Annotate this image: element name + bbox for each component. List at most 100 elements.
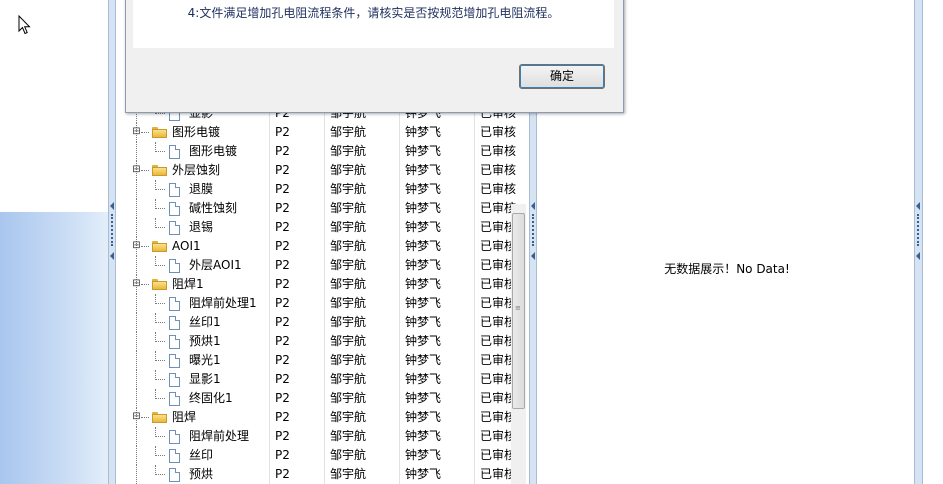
tree-guide-line — [136, 370, 137, 389]
creator-cell: 邹宇航 — [330, 220, 367, 234]
version-cell: P2 — [275, 391, 290, 405]
process-name-cell: 阻焊1 — [172, 277, 204, 291]
version-cell: P2 — [275, 125, 290, 139]
tree-guide-line — [136, 465, 137, 484]
collapse-middle-arrow-icon[interactable] — [531, 252, 535, 260]
table-row[interactable]: 终固化1 P2 邹宇航 钟梦飞 已审核 — [117, 389, 527, 408]
table-row[interactable]: 阻焊前处理1 P2 邹宇航 钟梦飞 已审核 — [117, 294, 527, 313]
creator-cell: 邹宇航 — [330, 201, 367, 215]
table-row[interactable]: 预烘 P2 邹宇航 钟梦飞 已审核 — [117, 465, 527, 484]
table-row[interactable]: ⊟ 图形电镀 P2 邹宇航 钟梦飞 已审核 — [117, 123, 527, 142]
creator-cell: 邹宇航 — [330, 448, 367, 462]
document-icon — [169, 259, 180, 273]
dialog-message-text: 4:文件满足增加孔电阻流程条件，请核实是否按规范增加孔电阻流程。 — [187, 6, 560, 20]
reviewer-cell: 钟梦飞 — [405, 144, 442, 158]
version-cell: P2 — [275, 467, 290, 481]
table-row[interactable]: ⊟ 阻焊 P2 邹宇航 钟梦飞 已审核 — [117, 408, 527, 427]
tree-expander-icon[interactable]: ⊟ — [132, 279, 141, 289]
table-row[interactable]: 退膜 P2 邹宇航 钟梦飞 已审核 — [117, 180, 527, 199]
process-name-cell: 碱性蚀刻 — [189, 201, 238, 215]
ok-button[interactable]: 确定 — [519, 64, 605, 89]
tree-expander-icon[interactable]: ⊟ — [132, 127, 141, 137]
process-name-cell: 图形电镀 — [189, 144, 238, 158]
tree-guide-line — [136, 427, 137, 446]
left-panel-content — [0, 0, 109, 212]
document-icon — [169, 145, 180, 159]
version-cell: P2 — [275, 144, 290, 158]
status-cell: 已审核 — [480, 163, 516, 177]
table-row[interactable]: 预烘1 P2 邹宇航 钟梦飞 已审核 — [117, 332, 527, 351]
table-row[interactable]: 丝印1 P2 邹宇航 钟梦飞 已审核 — [117, 313, 527, 332]
document-icon — [169, 335, 180, 349]
table-row[interactable]: 丝印 P2 邹宇航 钟梦飞 已审核 — [117, 446, 527, 465]
splitter-grip-icon — [532, 214, 536, 246]
tree-guide-line — [155, 151, 165, 152]
table-row[interactable]: ⊟ AOI1 P2 邹宇航 钟梦飞 已审核 — [117, 237, 527, 256]
version-cell: P2 — [275, 315, 290, 329]
tree-expander-icon[interactable]: ⊟ — [132, 165, 141, 175]
table-row[interactable]: 外层AOI1 P2 邹宇航 钟梦飞 已审核 — [117, 256, 527, 275]
reviewer-cell: 钟梦飞 — [405, 429, 442, 443]
tree-guide-line — [155, 398, 165, 399]
tree-guide-line — [155, 265, 165, 266]
collapse-right-arrow-icon[interactable] — [916, 252, 920, 260]
reviewer-cell: 钟梦飞 — [405, 296, 442, 310]
reviewer-cell: 钟梦飞 — [405, 448, 442, 462]
tree-guide-line — [136, 256, 137, 275]
folder-icon — [152, 412, 167, 423]
tree-guide-line — [155, 341, 165, 342]
creator-cell: 邹宇航 — [330, 125, 367, 139]
document-icon — [169, 316, 180, 330]
version-cell: P2 — [275, 220, 290, 234]
version-cell: P2 — [275, 163, 290, 177]
creator-cell: 邹宇航 — [330, 315, 367, 329]
reviewer-cell: 钟梦飞 — [405, 201, 442, 215]
creator-cell: 邹宇航 — [330, 163, 367, 177]
tree-guide-line — [136, 351, 137, 370]
creator-cell: 邹宇航 — [330, 258, 367, 272]
folder-icon — [152, 279, 167, 290]
table-row[interactable]: 曝光1 P2 邹宇航 钟梦飞 已审核 — [117, 351, 527, 370]
tree-expander-icon[interactable]: ⊟ — [132, 412, 141, 422]
document-icon — [169, 468, 180, 482]
splitter-grip-icon — [917, 214, 921, 246]
scroll-thumb-grip-icon: ≡ — [515, 304, 521, 312]
version-cell: P2 — [275, 296, 290, 310]
version-cell: P2 — [275, 239, 290, 253]
table-row[interactable]: 阻焊前处理 P2 邹宇航 钟梦飞 已审核 — [117, 427, 527, 446]
tree-guide-line — [155, 322, 165, 323]
process-name-cell: AOI1 — [172, 239, 201, 253]
tree-expander-icon[interactable]: ⊟ — [132, 241, 141, 251]
collapse-right-arrow-icon[interactable] — [916, 202, 920, 210]
folder-icon — [152, 127, 167, 138]
process-name-cell: 外层蚀刻 — [172, 163, 221, 177]
collapse-middle-arrow-icon[interactable] — [531, 202, 535, 210]
process-name-cell: 预烘1 — [189, 334, 221, 348]
table-row[interactable]: 碱性蚀刻 P2 邹宇航 钟梦飞 已审核 — [117, 199, 527, 218]
process-name-cell: 预烘 — [189, 467, 214, 481]
reviewer-cell: 钟梦飞 — [405, 372, 442, 386]
tree-guide-line — [136, 142, 137, 161]
splitter-grip-icon — [111, 214, 115, 246]
creator-cell: 邹宇航 — [330, 296, 367, 310]
tree-guide-line — [155, 208, 165, 209]
table-row[interactable]: ⊟ 阻焊1 P2 邹宇航 钟梦飞 已审核 — [117, 275, 527, 294]
reviewer-cell: 钟梦飞 — [405, 182, 442, 196]
left-panel-gradient — [0, 212, 108, 484]
version-cell: P2 — [275, 353, 290, 367]
tree-guide-line — [155, 379, 165, 380]
collapse-left-arrow-icon[interactable] — [110, 202, 114, 210]
table-row[interactable]: 退锡 P2 邹宇航 钟梦飞 已审核 — [117, 218, 527, 237]
tree-guide-line — [141, 284, 149, 285]
version-cell: P2 — [275, 277, 290, 291]
document-icon — [169, 221, 180, 235]
table-row[interactable]: ⊟ 外层蚀刻 P2 邹宇航 钟梦飞 已审核 — [117, 161, 527, 180]
table-row[interactable]: 显影1 P2 邹宇航 钟梦飞 已审核 — [117, 370, 527, 389]
collapse-left-arrow-icon[interactable] — [110, 252, 114, 260]
tree-guide-line — [136, 180, 137, 199]
process-name-cell: 丝印 — [189, 448, 214, 462]
process-name-cell: 退锡 — [189, 220, 214, 234]
table-row[interactable]: 图形电镀 P2 邹宇航 钟梦飞 已审核 — [117, 142, 527, 161]
tree-guide-line — [136, 199, 137, 218]
tree-guide-line — [136, 313, 137, 332]
